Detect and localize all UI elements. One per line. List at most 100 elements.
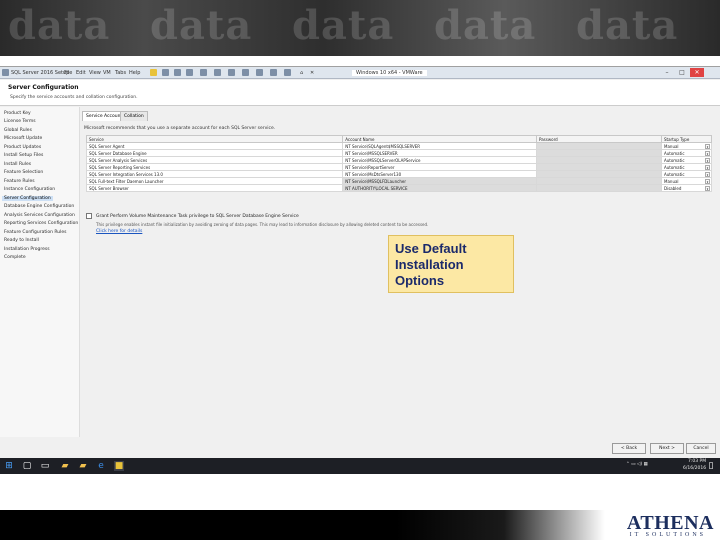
banner-watermark: data: [8, 2, 111, 49]
unity-icon[interactable]: [228, 69, 235, 76]
startup-type-select[interactable]: Disabled ▾: [661, 184, 712, 192]
revert-icon[interactable]: [186, 69, 193, 76]
account-name-cell[interactable]: NT Service\ReportServer: [342, 163, 537, 171]
password-cell: [536, 177, 662, 185]
account-name-cell[interactable]: NT Service\MSSQLServerOLAPService: [342, 156, 537, 164]
sidebar-item-feature-configuration-rules[interactable]: Feature Configuration Rules: [4, 230, 67, 235]
details-link[interactable]: Click here for details: [96, 229, 142, 234]
banner-watermark: data: [292, 2, 395, 49]
back-button[interactable]: < Back: [612, 443, 646, 454]
snapshot-icon[interactable]: [174, 69, 181, 76]
account-name-cell[interactable]: NT Service\MsDtsServer130: [342, 170, 537, 178]
service-accounts-description: Microsoft recommends that you use a sepa…: [84, 126, 276, 131]
sidebar-item-reporting-services-configuration[interactable]: Reporting Services Configuration: [4, 221, 78, 226]
page-title: Server Configuration: [8, 84, 79, 91]
library-icon[interactable]: [284, 69, 291, 76]
chevron-down-icon[interactable]: ▾: [705, 172, 710, 177]
sidebar-item-product-key[interactable]: Product Key: [4, 111, 31, 116]
startup-type-select[interactable]: Automatic ▾: [661, 156, 712, 164]
password-cell[interactable]: [536, 149, 662, 157]
password-cell[interactable]: [536, 170, 662, 178]
chevron-down-icon[interactable]: ▾: [705, 165, 710, 170]
sidebar-item-global-rules[interactable]: Global Rules: [4, 128, 32, 133]
tab-collation[interactable]: Collation: [120, 111, 148, 121]
search-icon[interactable]: ▢: [22, 461, 32, 471]
task-view-icon[interactable]: ▭: [40, 461, 50, 471]
edge-icon[interactable]: e: [96, 461, 106, 471]
chevron-down-icon[interactable]: ▾: [705, 158, 710, 163]
clock-date[interactable]: 6/16/2016: [683, 466, 706, 471]
sql-setup-icon[interactable]: ■: [114, 461, 124, 471]
sidebar: Product Key License Terms Global Rules M…: [0, 107, 80, 437]
sidebar-item-install-setup-files[interactable]: Install Setup Files: [4, 153, 43, 158]
cancel-button[interactable]: Cancel: [686, 443, 716, 454]
startup-type-select[interactable]: Automatic ▾: [661, 163, 712, 171]
sidebar-item-installation-progress[interactable]: Installation Progress: [4, 247, 50, 252]
tray-icons[interactable]: ⌃ ▭ ◁) ▦: [626, 462, 648, 467]
sidebar-item-microsoft-update[interactable]: Microsoft Update: [4, 136, 42, 141]
start-icon[interactable]: ⊞: [4, 461, 14, 471]
sidebar-item-complete[interactable]: Complete: [4, 255, 26, 260]
startup-type-select[interactable]: Manual ▾: [661, 177, 712, 185]
menu-view[interactable]: View: [89, 70, 101, 76]
console-icon[interactable]: [242, 69, 249, 76]
home-tab[interactable]: ⌂: [300, 70, 303, 76]
close-icon[interactable]: ✕: [690, 68, 704, 77]
notifications-icon[interactable]: ▯: [706, 461, 716, 471]
thumbnail-icon[interactable]: [270, 69, 277, 76]
account-name-cell[interactable]: NT Service\MSSQLSERVER: [342, 149, 537, 157]
chevron-down-icon[interactable]: ▾: [705, 144, 710, 149]
column-header-service: Service: [85, 135, 344, 143]
sidebar-item-database-engine-configuration[interactable]: Database Engine Configuration: [4, 204, 74, 209]
next-button[interactable]: Next >: [650, 443, 684, 454]
sidebar-item-feature-selection[interactable]: Feature Selection: [4, 170, 43, 175]
account-name-cell[interactable]: NT Service\SQLAgent$MSSQLSERVER: [342, 142, 537, 150]
account-name-cell: NT AUTHORITY\LOCAL SERVICE: [342, 184, 537, 192]
password-cell[interactable]: [536, 163, 662, 171]
menu-help[interactable]: Help: [129, 70, 140, 76]
play-icon[interactable]: [162, 69, 169, 76]
chevron-down-icon[interactable]: ▾: [705, 179, 710, 184]
sidebar-item-analysis-services-configuration[interactable]: Analysis Services Configuration: [4, 213, 75, 218]
menu-tabs[interactable]: Tabs: [115, 70, 126, 76]
fullscreen-icon[interactable]: [214, 69, 221, 76]
pause-icon[interactable]: [150, 69, 157, 76]
chevron-down-icon[interactable]: ▾: [705, 151, 710, 156]
startup-type-select[interactable]: Automatic ▾: [661, 170, 712, 178]
sidebar-item-feature-rules[interactable]: Feature Rules: [4, 179, 35, 184]
service-cell: SQL Server Browser: [85, 184, 344, 192]
volume-maintenance-checkbox[interactable]: [86, 213, 92, 219]
sidebar-item-ready-to-install[interactable]: Ready to Install: [4, 238, 39, 243]
chevron-down-icon[interactable]: ▾: [705, 186, 710, 191]
sidebar-item-instance-configuration[interactable]: Instance Configuration: [4, 187, 55, 192]
sidebar-item-product-updates[interactable]: Product Updates: [4, 145, 41, 150]
sidebar-item-install-rules[interactable]: Install Rules: [4, 162, 31, 167]
callout-line-3: Options: [395, 273, 445, 288]
password-cell[interactable]: [536, 156, 662, 164]
app-tab[interactable]: SQL Server 2016 Setup: [11, 70, 69, 76]
clock-time[interactable]: 7:03 PM: [688, 459, 706, 464]
table-row: SQL Server Agent NT Service\SQLAgent$MSS…: [85, 142, 712, 150]
menu-vm[interactable]: VM: [103, 70, 111, 76]
settings-icon[interactable]: [256, 69, 263, 76]
home-tab-close-icon[interactable]: ✕: [310, 70, 314, 76]
minimize-icon[interactable]: –: [660, 68, 674, 77]
startup-type-select[interactable]: Automatic ▾: [661, 149, 712, 157]
banner: data data data data data: [0, 0, 720, 56]
table-row: SQL Server Reporting Services NT Service…: [85, 163, 712, 171]
menu-edit[interactable]: Edit: [76, 70, 86, 76]
menu-file[interactable]: File: [64, 70, 72, 76]
file-explorer-icon[interactable]: ▰: [60, 461, 70, 471]
service-cell: SQL Server Analysis Services: [85, 156, 344, 164]
table-row: SQL Server Analysis Services NT Service\…: [85, 156, 712, 164]
table-header-row: Service Account Name Password Startup Ty…: [85, 135, 712, 143]
startup-type-select[interactable]: Manual ▾: [661, 142, 712, 150]
folder-icon[interactable]: ▰: [78, 461, 88, 471]
maximize-icon[interactable]: □: [675, 68, 689, 77]
manage-icon[interactable]: [200, 69, 207, 76]
sidebar-item-license-terms[interactable]: License Terms: [4, 119, 36, 124]
sidebar-item-server-configuration[interactable]: Server Configuration: [2, 196, 53, 201]
vm-window-tab[interactable]: Windows 10 x64 - VMWare: [352, 70, 427, 76]
taskbar: ⊞ ▢ ▭ ▰ ▰ e ■ ⌃ ▭ ◁) ▦ 7:03 PM 6/16/2016…: [0, 458, 720, 474]
password-cell[interactable]: [536, 142, 662, 150]
